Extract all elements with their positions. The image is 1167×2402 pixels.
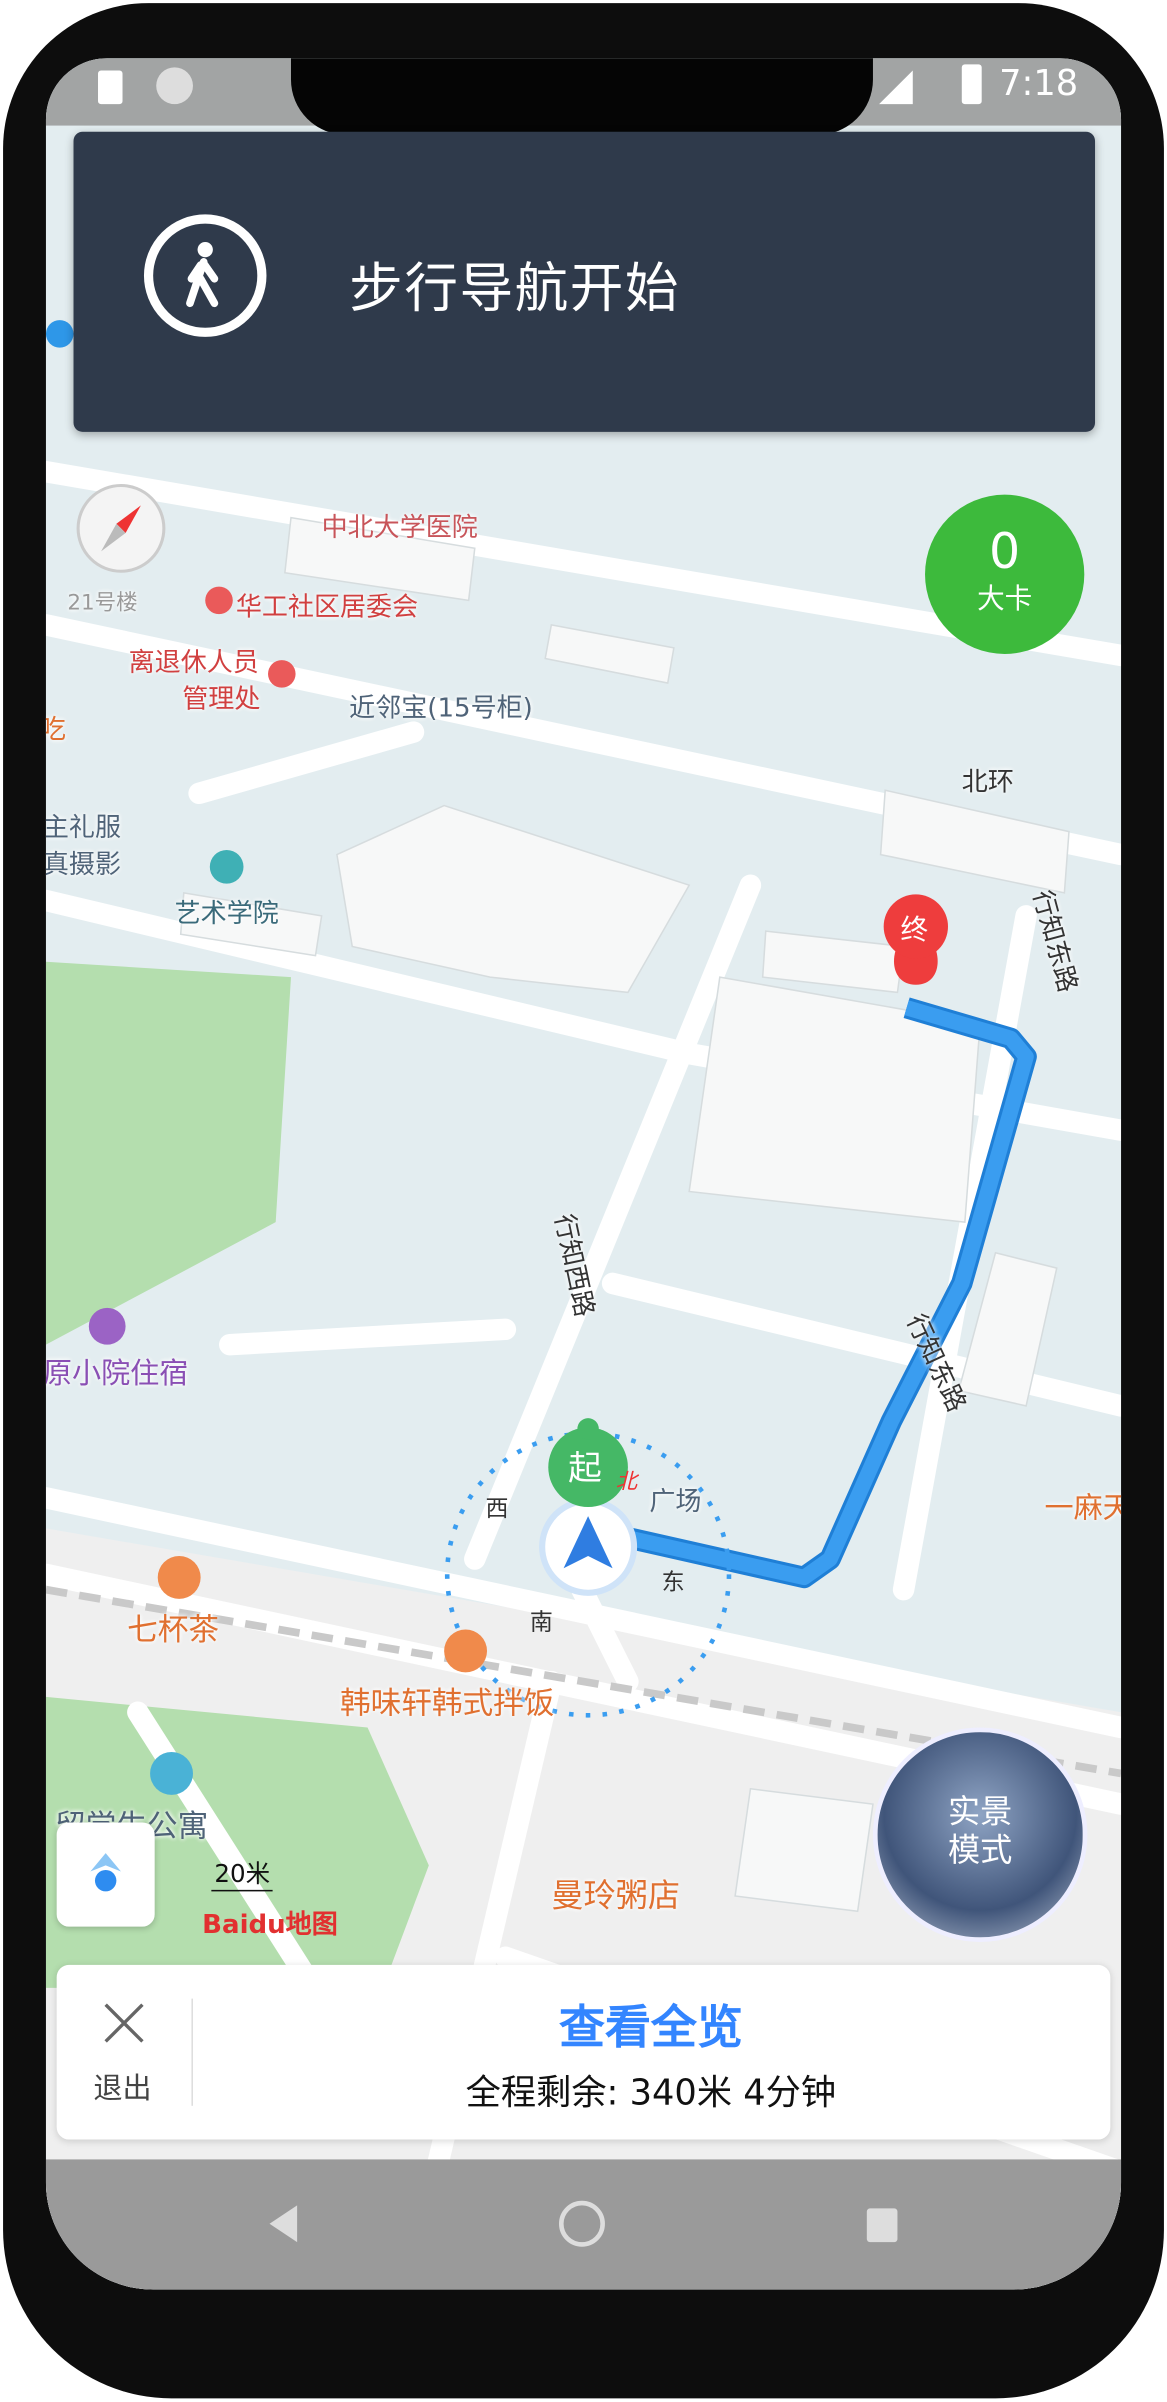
live-view-label: 模式 — [947, 1831, 1013, 1869]
cell-signal-icon — [879, 70, 913, 105]
calorie-badge[interactable]: 0 大卡 — [925, 494, 1085, 654]
map-label[interactable]: 一麻天 — [1044, 1486, 1121, 1527]
svg-text:终: 终 — [901, 914, 929, 946]
map-label[interactable]: 原小院住宿 — [46, 1351, 188, 1392]
calorie-value: 0 — [989, 522, 1021, 581]
system-nav-bar — [45, 2159, 1122, 2290]
svg-text:起: 起 — [568, 1448, 602, 1487]
restaurant-poi-icon — [444, 1629, 488, 1673]
map-label[interactable]: 广场 — [649, 1479, 701, 1518]
home-icon[interactable] — [558, 2200, 605, 2247]
compass-label: 21号楼 — [67, 591, 138, 616]
banner-text: 步行导航开始 — [349, 258, 681, 321]
back-icon[interactable] — [269, 2205, 298, 2243]
camera-notch — [290, 58, 873, 135]
baidu-logo: Baidu地图 — [202, 1909, 338, 1941]
calorie-unit: 大卡 — [977, 583, 1033, 616]
star-poi-icon — [205, 586, 233, 615]
battery-icon — [961, 64, 982, 105]
map-label[interactable]: 艺术学院 — [175, 891, 279, 930]
close-icon — [104, 2003, 144, 2043]
map-label[interactable]: 吃 — [46, 708, 66, 746]
sim-icon — [98, 70, 123, 105]
screen: 起 北 西 南 东 终 中北大学医院 华工社区居委会 离退休人员 管理处 近邻宝… — [45, 58, 1122, 2290]
locate-button[interactable] — [56, 1822, 155, 1927]
star-poi-icon — [268, 660, 296, 688]
compass-icon — [101, 505, 141, 552]
map-label[interactable]: 管理处 — [182, 677, 260, 716]
live-view-label: 实景 — [947, 1793, 1013, 1831]
recents-icon[interactable] — [866, 2208, 898, 2243]
map-label[interactable]: 中北大学医院 — [322, 505, 478, 544]
map-label[interactable]: 华工社区居委会 — [236, 585, 418, 624]
status-time: 7:18 — [999, 64, 1079, 105]
exit-button[interactable]: 退出 — [57, 1965, 192, 2140]
view-overview-button[interactable]: 查看全览 — [191, 1989, 1110, 2056]
map-label[interactable]: 主礼服 — [46, 806, 121, 844]
map-label[interactable]: 韩味轩韩式拌饭 — [340, 1679, 554, 1723]
map-label[interactable]: 离退休人员 — [129, 640, 259, 679]
tea-poi-icon — [157, 1556, 201, 1599]
map-label[interactable]: 七杯茶 — [127, 1605, 219, 1649]
parking-icon — [45, 320, 74, 348]
navigation-banner: 步行导航开始 — [73, 131, 1096, 432]
map-label[interactable]: 曼玲粥店 — [551, 1871, 680, 1917]
svg-text:东: 东 — [662, 1570, 685, 1596]
location-icon — [90, 1853, 121, 1892]
school-poi-icon — [209, 849, 244, 884]
exit-label: 退出 — [93, 2072, 152, 2106]
svg-text:西: 西 — [485, 1496, 508, 1522]
svg-text:南: 南 — [530, 1610, 553, 1636]
scale-bar: 20米 — [211, 1853, 274, 1892]
map-label[interactable]: 近邻宝(15号柜) — [349, 686, 533, 725]
remaining-info: 全程剩余: 340米 4分钟 — [465, 2073, 837, 2114]
bottom-card: 退出 查看全览 全程剩余: 340米 4分钟 — [56, 1964, 1111, 2140]
dorm-poi-icon — [150, 1752, 193, 1795]
svg-text:北: 北 — [616, 1470, 640, 1495]
map-label: 北环 — [961, 767, 1014, 798]
sync-icon — [156, 67, 193, 105]
compass-button[interactable] — [76, 483, 166, 573]
map-label[interactable]: 真摄影 — [46, 842, 121, 881]
pedestrian-icon — [143, 214, 267, 337]
hotel-poi-icon — [88, 1307, 126, 1345]
live-view-button[interactable]: 实景 模式 — [872, 1727, 1088, 1942]
